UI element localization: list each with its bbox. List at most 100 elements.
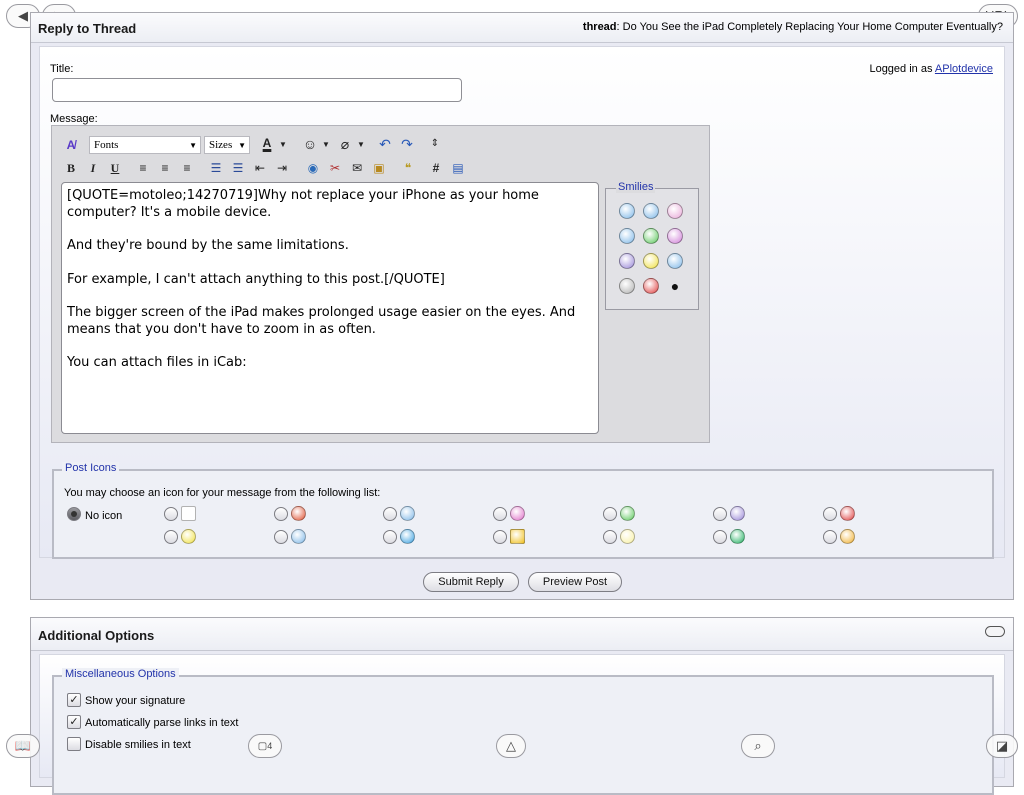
size-select[interactable]: Sizes ▼ [204,136,250,154]
question-icon [400,529,415,544]
title-label: Title: [50,63,74,75]
cool-icon[interactable] [643,203,659,219]
title-input[interactable] [52,78,462,102]
undo-icon[interactable]: ↶ [376,135,394,153]
grin-icon[interactable] [643,228,659,244]
confused-icon[interactable] [667,253,683,269]
back-arrow-icon: ◀ [18,8,28,23]
post-icon-radio[interactable] [164,507,178,521]
submit-reply-button[interactable]: Submit Reply [423,572,519,592]
italic-button[interactable]: I [84,159,102,177]
additional-options-panel: Additional Options Miscellaneous Options… [30,617,1014,795]
message-label: Message: [50,113,98,125]
preview-post-button[interactable]: Preview Post [528,572,622,592]
chevron-down-icon[interactable]: ▼ [352,136,370,154]
grin-icon [620,506,635,521]
fullscreen-button[interactable]: ◪ [986,734,1018,758]
collapse-icon[interactable] [985,626,1005,637]
misc-options-legend: Miscellaneous Options [62,668,179,680]
mad-icon[interactable] [643,278,659,294]
search-button[interactable]: ⌕ [741,734,775,758]
option-checkbox[interactable]: ✓ [67,693,81,707]
post-icons-fieldset: Post Icons You may choose an icon for yo… [52,462,994,559]
post-icon-radio[interactable] [823,530,837,544]
tabs-count: 4 [267,741,273,751]
post-icon-radio[interactable] [383,530,397,544]
thumbs-up-icon [840,529,855,544]
arrow-icon [730,529,745,544]
eek-icon[interactable] [619,278,635,294]
post-icon [181,506,196,521]
no-icon-label: No icon [85,510,123,522]
post-icon-radio[interactable] [713,530,727,544]
post-icon-radio[interactable] [603,530,617,544]
post-icon-radio[interactable] [383,507,397,521]
indent-icon[interactable]: ⇥ [273,159,291,177]
logged-in-info: Logged in as APlotdevice [869,63,993,75]
yellow-smile-icon[interactable] [643,253,659,269]
unordered-list-icon[interactable]: ☰ [229,159,247,177]
chevron-down-icon[interactable]: ▼ [317,136,335,154]
bold-button[interactable]: B [62,159,80,177]
post-icon-radio[interactable] [274,530,288,544]
font-select-label: Fonts [94,139,119,151]
align-center-icon[interactable]: ≡ [156,159,174,177]
outdent-icon[interactable]: ⇤ [251,159,269,177]
additional-options-header: Additional Options [31,618,1013,651]
message-textarea[interactable]: [QUOTE=motoleo;14270719]Why not replace … [61,182,599,434]
font-select[interactable]: Fonts ▼ [89,136,201,154]
post-icon-radio[interactable] [164,530,178,544]
align-right-icon[interactable]: ≡ [178,159,196,177]
remove-link-icon[interactable]: ✂ [326,159,344,177]
php-code-icon[interactable]: ▤ [449,159,467,177]
chevron-down-icon: ▼ [189,141,197,150]
bookmarks-button[interactable]: 📖 [6,734,40,758]
smilies-legend: Smilies [616,181,656,193]
biggrin-icon[interactable] [667,228,683,244]
wink-icon [400,506,415,521]
tabs-button[interactable]: ▢4 [248,734,282,758]
chevron-down-icon[interactable]: ▼ [274,136,292,154]
username-link[interactable]: APlotdevice [935,63,993,75]
mad-icon [840,506,855,521]
message-editor: A̸ Fonts ▼ Sizes ▼ A ▼ ☺ ▼ ⌀ ▼ ↶ ↷ ⇕ B I U… [51,125,710,443]
no-icon-radio[interactable] [67,507,81,521]
code-hash-button[interactable]: # [427,159,445,177]
smile-icon[interactable] [619,203,635,219]
option-checkbox[interactable] [67,737,81,751]
option-label: Show your signature [85,695,186,707]
redo-icon[interactable]: ↷ [398,135,416,153]
post-icon-radio[interactable] [823,507,837,521]
underline-button[interactable]: U [106,159,124,177]
apple-icon[interactable]: ● [667,278,683,294]
frown-icon[interactable] [619,253,635,269]
tabs-icon: ▢ [257,741,268,752]
lightbulb-icon [620,529,635,544]
quote-icon[interactable]: ❝ [399,159,417,177]
book-icon: 📖 [14,738,32,753]
email-icon[interactable]: ✉ [348,159,366,177]
post-icon-radio[interactable] [493,530,507,544]
exclamation-icon [510,529,525,544]
additional-options-title: Additional Options [38,628,155,643]
resize-icon[interactable]: ⇕ [426,135,444,153]
smilies-panel: Smilies ● [605,181,699,310]
remove-format-icon[interactable]: A̸ [62,136,80,154]
ordered-list-icon[interactable]: ☰ [207,159,225,177]
post-icon-radio[interactable] [493,507,507,521]
post-icons-legend: Post Icons [62,462,120,474]
reply-panel-title: Reply to Thread [38,21,137,36]
insert-link-icon[interactable]: ◉ [304,159,322,177]
post-icon-radio[interactable] [603,507,617,521]
option-checkbox[interactable]: ✓ [67,715,81,729]
align-left-icon[interactable]: ≡ [134,159,152,177]
home-button[interactable]: △ [496,734,526,758]
tongue-icon[interactable] [667,203,683,219]
wink-icon[interactable] [619,228,635,244]
insert-image-icon[interactable]: ▣ [370,159,388,177]
reply-panel-header: Reply to Thread thread: Do You See the i… [31,13,1013,43]
logged-in-prefix: Logged in as [869,63,935,75]
post-icon-radio[interactable] [713,507,727,521]
chevron-down-icon: ▼ [238,141,246,150]
post-icon-radio[interactable] [274,507,288,521]
